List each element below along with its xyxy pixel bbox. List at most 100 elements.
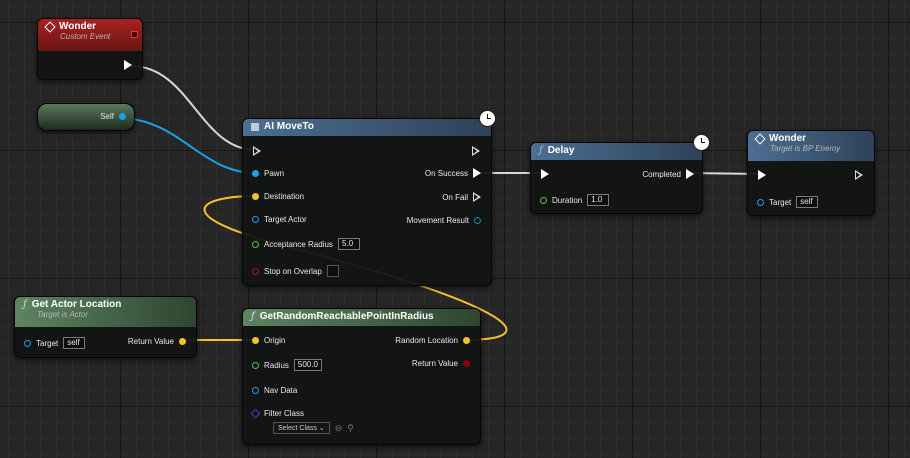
self-label: Self xyxy=(100,112,114,121)
exec-out-icon xyxy=(473,192,481,202)
pin-label: Nav Data xyxy=(264,386,298,395)
pin-label: On Success xyxy=(424,168,468,178)
target-pin[interactable]: Target self xyxy=(24,337,86,349)
pin-label: Duration xyxy=(552,195,583,205)
pin-label: Radius xyxy=(264,360,289,370)
node-header: ƒ Delay xyxy=(531,143,702,160)
filter-class-pin[interactable]: Filter Class xyxy=(250,408,305,419)
vector-pin-icon xyxy=(463,337,470,344)
pin-label: Filter Class xyxy=(264,409,305,418)
pin-label: Acceptance Radius xyxy=(264,239,333,249)
wonder-custom-event-node[interactable]: Wonder Custom Event xyxy=(37,18,143,80)
duration-input[interactable]: 1.0 xyxy=(587,194,610,206)
object-pin-icon xyxy=(757,198,764,206)
node-title: Wonder xyxy=(769,133,807,144)
self-output: Self xyxy=(100,112,126,121)
use-selected-icon[interactable]: ⊖ xyxy=(335,423,343,434)
destination-pin[interactable]: Destination xyxy=(252,192,304,201)
event-icon xyxy=(754,132,766,145)
event-icon xyxy=(44,20,56,33)
pin-label: Stop on Overlap xyxy=(264,266,322,276)
float-pin-icon xyxy=(540,196,547,204)
node-subtitle: Custom Event xyxy=(60,32,111,41)
delegate-pin[interactable] xyxy=(131,31,138,38)
bool-pin-icon xyxy=(252,267,259,275)
target-pin[interactable]: Target self xyxy=(757,196,819,208)
exec-out-pin[interactable] xyxy=(472,146,480,156)
movement-result-pin[interactable]: Movement Result xyxy=(407,216,481,225)
wonder-call-node[interactable]: Wonder Target is BP Enemy Target self xyxy=(747,130,875,216)
exec-in-pin[interactable] xyxy=(758,170,766,180)
node-header: AI MoveTo xyxy=(243,119,491,136)
pin-label: Movement Result xyxy=(406,216,469,225)
target-actor-pin[interactable]: Target Actor xyxy=(252,215,307,224)
node-title: Wonder xyxy=(59,21,97,32)
radius-input[interactable]: 500.0 xyxy=(293,359,322,371)
pin-label: Completed xyxy=(642,169,681,179)
exec-out-icon xyxy=(686,169,694,179)
node-subtitle: Target is Actor xyxy=(37,310,88,319)
select-class-dropdown[interactable]: Select Class ⌄ xyxy=(273,422,330,434)
pin-label: Target Actor xyxy=(264,215,307,224)
return-value-pin[interactable]: Return Value xyxy=(412,359,470,368)
exec-in-pin[interactable] xyxy=(541,169,549,179)
pin-label: Return Value xyxy=(411,359,458,368)
target-input[interactable]: self xyxy=(63,337,86,349)
browse-search-icon[interactable]: ⚲ xyxy=(347,423,354,434)
bool-pin-icon xyxy=(463,360,470,367)
random-location-pin[interactable]: Random Location xyxy=(395,336,470,345)
ai-moveto-node[interactable]: AI MoveTo Pawn Destination Target Actor … xyxy=(242,110,496,286)
object-pin-icon xyxy=(252,216,259,223)
enum-pin-icon xyxy=(474,217,481,224)
object-pin-icon xyxy=(252,170,259,177)
nav-data-pin[interactable]: Nav Data xyxy=(252,386,297,395)
return-value-pin[interactable]: Return Value xyxy=(128,337,186,346)
get-actor-location-node[interactable]: ƒ Get Actor Location Target is Actor Targ… xyxy=(14,296,197,358)
exec-in-pin[interactable] xyxy=(253,146,261,156)
pin-label: Target xyxy=(769,197,792,207)
class-pin-icon xyxy=(250,408,261,419)
function-icon: ƒ xyxy=(539,145,543,156)
acceptance-radius-input[interactable]: 5.0 xyxy=(337,238,360,250)
node-header: ƒ GetRandomReachablePointInRadius xyxy=(243,309,480,326)
node-title: AI MoveTo xyxy=(264,121,314,132)
function-icon xyxy=(251,122,259,131)
pin-label: Return Value xyxy=(127,337,174,346)
node-subtitle: Target is BP Enemy xyxy=(770,144,841,153)
acceptance-radius-pin[interactable]: Acceptance Radius 5.0 xyxy=(252,238,360,250)
exec-out-pin[interactable] xyxy=(855,170,863,180)
node-title: GetRandomReachablePointInRadius xyxy=(259,311,434,322)
object-pin-icon xyxy=(252,387,259,394)
duration-pin[interactable]: Duration 1.0 xyxy=(540,194,610,206)
node-header: Wonder Target is BP Enemy xyxy=(748,131,874,161)
delay-node[interactable]: ƒ Delay Completed Duration 1.0 xyxy=(530,134,710,214)
radius-pin[interactable]: Radius 500.0 xyxy=(252,359,322,371)
completed-pin[interactable]: Completed xyxy=(642,169,694,179)
on-success-pin[interactable]: On Success xyxy=(425,168,481,178)
target-input[interactable]: self xyxy=(796,196,819,208)
stop-on-overlap-pin[interactable]: Stop on Overlap xyxy=(252,265,339,277)
exec-out-icon xyxy=(473,168,481,178)
pin-label: Origin xyxy=(264,336,286,345)
origin-pin[interactable]: Origin xyxy=(252,336,285,345)
pin-label: Pawn xyxy=(264,169,285,178)
pin-label: On Fail xyxy=(442,192,468,202)
node-title: Get Actor Location xyxy=(31,299,122,310)
float-pin-icon xyxy=(252,240,259,248)
get-random-reachable-point-node[interactable]: ƒ GetRandomReachablePointInRadius Origin … xyxy=(242,308,481,445)
pin-label: Target xyxy=(36,338,59,348)
vector-pin-icon xyxy=(252,193,259,200)
object-pin-icon xyxy=(24,339,31,347)
exec-out-pin[interactable] xyxy=(124,60,132,70)
on-fail-pin[interactable]: On Fail xyxy=(442,192,481,202)
pin-label: Destination xyxy=(264,192,305,201)
pawn-pin[interactable]: Pawn xyxy=(252,169,284,178)
node-title: Delay xyxy=(547,145,575,156)
function-icon: ƒ xyxy=(23,299,27,310)
self-node[interactable]: Self xyxy=(37,103,135,131)
stop-on-overlap-checkbox[interactable] xyxy=(326,265,339,277)
vector-pin-icon xyxy=(252,337,259,344)
object-out-pin[interactable] xyxy=(119,113,126,120)
float-pin-icon xyxy=(252,361,259,369)
select-class-label: Select Class xyxy=(278,425,317,432)
